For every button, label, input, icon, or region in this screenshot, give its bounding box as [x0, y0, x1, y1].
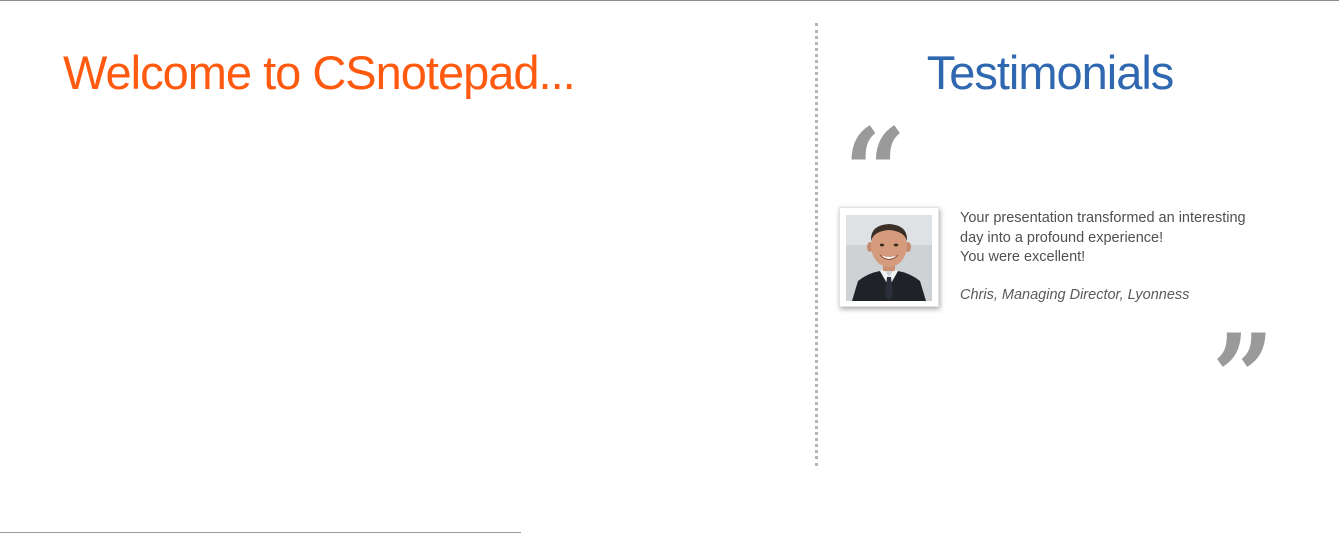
testimonial-author: Chris, Managing Director, Lyonness	[960, 287, 1190, 303]
bottom-divider	[0, 532, 521, 533]
close-quote-icon: ”	[1212, 308, 1275, 449]
portrait-image	[846, 215, 932, 301]
quote-line: You were excellent!	[960, 249, 1086, 265]
welcome-heading: Welcome to CSnotepad...	[63, 46, 576, 99]
quote-line: Your presentation transformed an interes…	[960, 210, 1246, 226]
page: Welcome to CSnotepad... Testimonials “ Y…	[0, 0, 1339, 534]
column-divider	[815, 23, 818, 466]
testimonials-heading: Testimonials	[926, 46, 1175, 99]
person-photo-icon	[846, 215, 932, 301]
testimonial-quote: Your presentation transformed an interes…	[960, 209, 1280, 268]
testimonial-photo-frame	[839, 207, 939, 307]
quote-line: day into a profound experience!	[960, 229, 1164, 246]
